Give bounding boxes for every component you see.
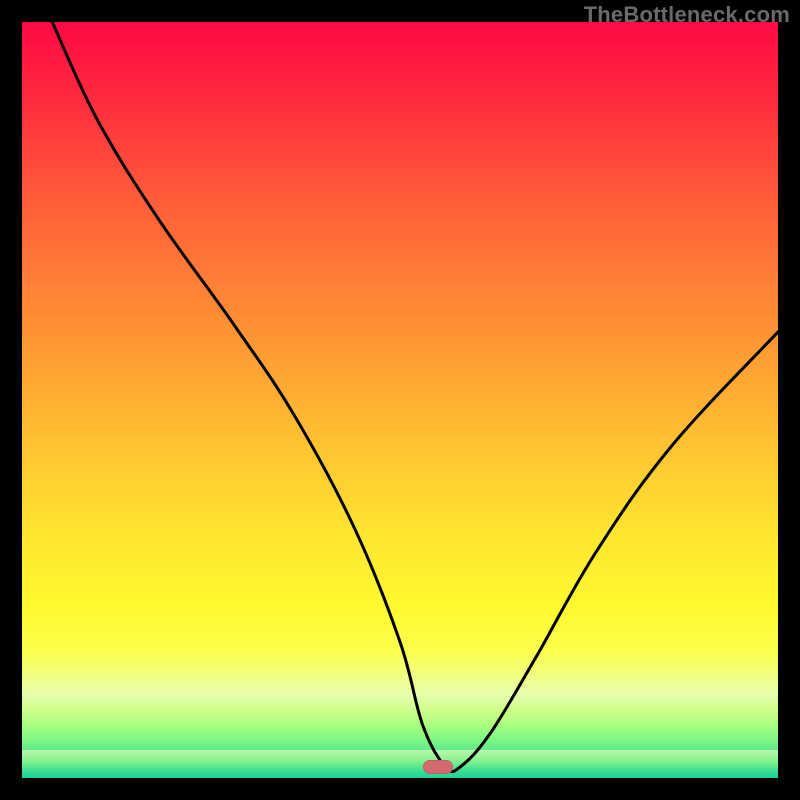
bottleneck-curve-path xyxy=(52,22,778,772)
watermark-text: TheBottleneck.com xyxy=(584,2,790,28)
chart-frame: TheBottleneck.com xyxy=(0,0,800,800)
minimum-marker xyxy=(423,760,453,774)
plot-area xyxy=(22,22,778,778)
curve-svg xyxy=(22,22,778,778)
